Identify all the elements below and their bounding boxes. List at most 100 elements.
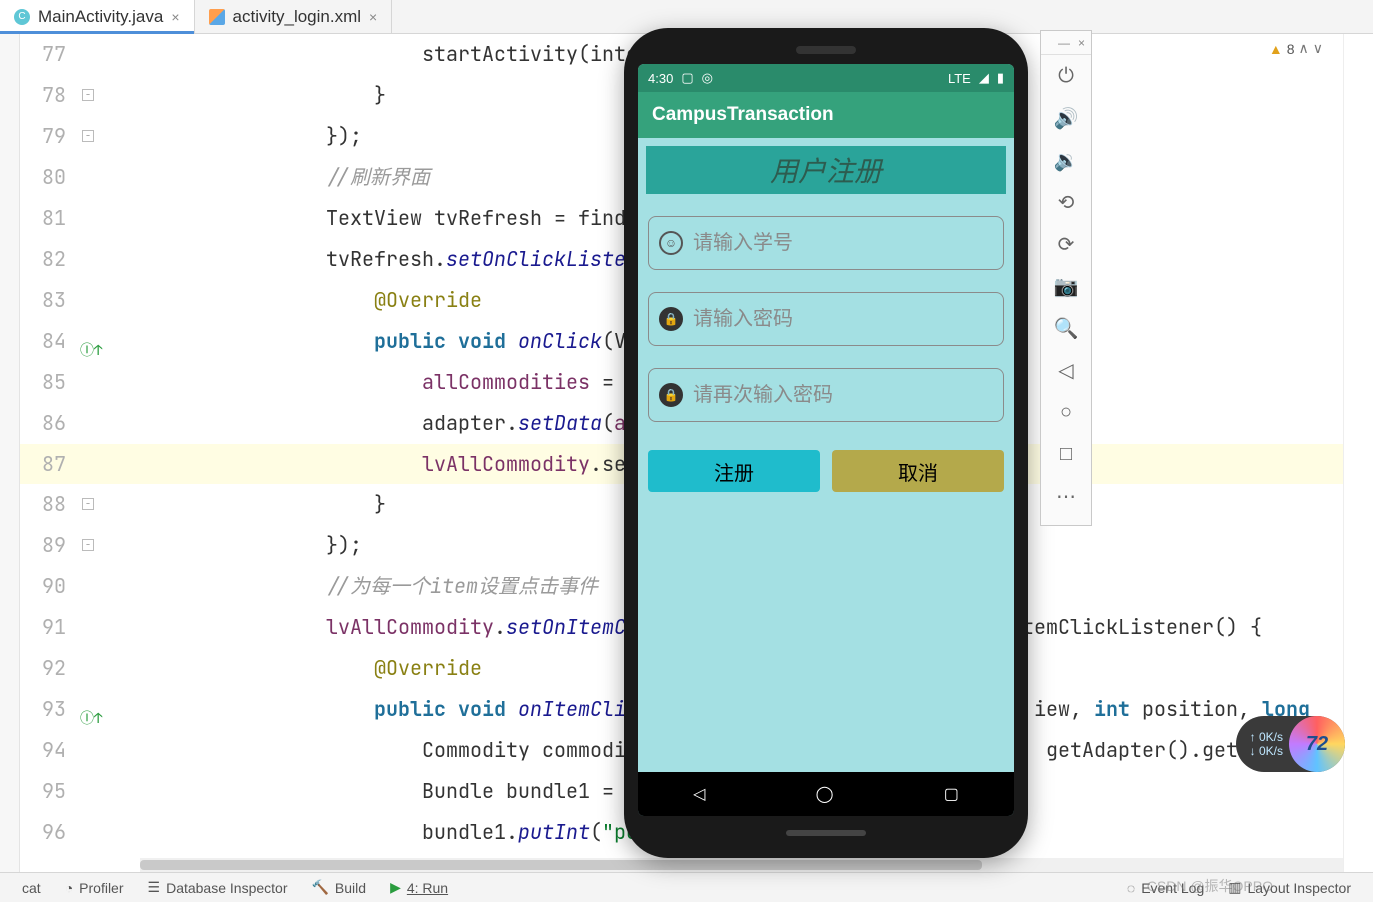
- confirm-password-input[interactable]: [693, 384, 993, 407]
- phone-chin: [786, 830, 866, 836]
- status-icon: ◎: [702, 70, 713, 86]
- camera-icon[interactable]: 📷: [1041, 265, 1091, 307]
- gutter: [80, 157, 134, 198]
- confirm-password-field[interactable]: 🔒: [648, 368, 1004, 422]
- speed-up-icon: ↑ 0K/s: [1250, 730, 1283, 744]
- lock-icon: 🔒: [659, 383, 683, 407]
- android-nav-bar: ◁ ◯ ▢: [638, 772, 1014, 816]
- tool-database-inspector[interactable]: ☰ Database Inspector: [136, 879, 300, 896]
- gutter: Ⓘ↑: [80, 689, 134, 730]
- fold-icon[interactable]: -: [82, 539, 94, 551]
- speed-down-icon: ↓ 0K/s: [1250, 744, 1283, 758]
- line-number: 92: [20, 648, 80, 689]
- database-icon: ☰: [148, 879, 161, 896]
- horizontal-scrollbar[interactable]: [140, 858, 1343, 872]
- app-title: CampusTransaction: [652, 104, 834, 126]
- gutter: -: [80, 525, 134, 566]
- minimize-icon[interactable]: —: [1058, 36, 1070, 50]
- left-tool-gutter: [0, 34, 20, 872]
- back-icon[interactable]: ◁: [1041, 349, 1091, 391]
- more-icon[interactable]: ⋯: [1041, 475, 1091, 517]
- emulator-window-controls: — ×: [1041, 31, 1091, 55]
- warning-count: 8: [1287, 41, 1295, 57]
- play-icon: ▶: [390, 879, 401, 896]
- line-number: 93: [20, 689, 80, 730]
- line-number: 82: [20, 239, 80, 280]
- close-icon[interactable]: ×: [171, 9, 179, 25]
- line-number: 86: [20, 403, 80, 444]
- gutter: [80, 607, 134, 648]
- line-number: 85: [20, 362, 80, 403]
- right-marker-gutter: [1343, 34, 1373, 872]
- password-input[interactable]: [693, 308, 993, 331]
- emulator-toolbar: — × ⏻ 🔊 🔉 ⟲ ⟳ 📷 🔍 ◁ ○ □ ⋯: [1040, 30, 1092, 526]
- network-speed-widget[interactable]: ↑ 0K/s ↓ 0K/s 72: [1236, 716, 1345, 772]
- android-status-bar: 4:30 ▢ ◎ LTE ◢ ▮: [638, 64, 1014, 92]
- status-signal: LTE: [948, 71, 971, 86]
- close-icon[interactable]: ×: [369, 9, 377, 25]
- gutter: [80, 239, 134, 280]
- line-number: 79: [20, 116, 80, 157]
- gutter: [80, 648, 134, 689]
- fold-icon[interactable]: -: [82, 89, 94, 101]
- gauge-icon: ◔: [65, 880, 73, 896]
- rotate-right-icon[interactable]: ⟳: [1041, 223, 1091, 265]
- gutter: -: [80, 116, 134, 157]
- line-number: 81: [20, 198, 80, 239]
- cancel-button[interactable]: 取消: [832, 450, 1004, 492]
- warning-icon: ▲: [1269, 41, 1283, 57]
- volume-down-icon[interactable]: 🔉: [1041, 139, 1091, 181]
- nav-overview-icon[interactable]: ▢: [944, 784, 959, 804]
- chevron-down-icon[interactable]: ∨: [1313, 40, 1323, 57]
- gutter: [80, 771, 134, 812]
- line-number: 88: [20, 484, 80, 525]
- chat-icon: ◌: [1127, 880, 1135, 896]
- gutter: -: [80, 75, 134, 116]
- inspection-summary[interactable]: ▲ 8 ∧ ∨: [1269, 40, 1323, 57]
- gutter: [80, 362, 134, 403]
- tool-profiler[interactable]: ◔ Profiler: [53, 880, 136, 896]
- scrollbar-thumb[interactable]: [140, 860, 982, 870]
- password-field[interactable]: 🔒: [648, 292, 1004, 346]
- tool-run[interactable]: ▶ 4: Run: [378, 879, 460, 896]
- student-id-input[interactable]: [693, 232, 993, 255]
- fold-icon[interactable]: -: [82, 130, 94, 142]
- fold-icon[interactable]: -: [82, 498, 94, 510]
- gutter: [80, 403, 134, 444]
- line-number: 94: [20, 730, 80, 771]
- line-number: 96: [20, 812, 80, 853]
- volume-up-icon[interactable]: 🔊: [1041, 97, 1091, 139]
- emulator-screen[interactable]: 4:30 ▢ ◎ LTE ◢ ▮ CampusTransaction 用户注册 …: [638, 64, 1014, 816]
- home-icon[interactable]: ○: [1041, 391, 1091, 433]
- line-number: 91: [20, 607, 80, 648]
- button-row: 注册 取消: [648, 450, 1004, 492]
- line-number: 80: [20, 157, 80, 198]
- register-button[interactable]: 注册: [648, 450, 820, 492]
- hammer-icon: 🔨: [311, 879, 328, 896]
- chevron-up-icon[interactable]: ∧: [1299, 40, 1309, 57]
- nav-back-icon[interactable]: ◁: [693, 784, 705, 804]
- signal-icon: ◢: [979, 70, 989, 86]
- phone-speaker: [796, 46, 856, 54]
- speed-badge: 72: [1289, 716, 1345, 772]
- student-id-field[interactable]: ☺: [648, 216, 1004, 270]
- zoom-icon[interactable]: 🔍: [1041, 307, 1091, 349]
- gutter: [80, 198, 134, 239]
- power-icon[interactable]: ⏻: [1041, 55, 1091, 97]
- tab-label: activity_login.xml: [233, 7, 362, 27]
- tool-build[interactable]: 🔨 Build: [299, 879, 378, 896]
- rotate-left-icon[interactable]: ⟲: [1041, 181, 1091, 223]
- nav-home-icon[interactable]: ◯: [816, 784, 834, 804]
- line-number: 89: [20, 525, 80, 566]
- tab-main-activity[interactable]: C MainActivity.java ×: [0, 0, 195, 33]
- watermark: CSDN @振华OPPO: [1147, 876, 1273, 896]
- tool-logcat[interactable]: cat: [10, 880, 53, 896]
- line-number: 87: [20, 444, 80, 485]
- close-icon[interactable]: ×: [1078, 36, 1085, 50]
- status-icon: ▢: [681, 70, 693, 86]
- battery-icon: ▮: [997, 70, 1004, 86]
- tab-activity-login-xml[interactable]: activity_login.xml ×: [195, 0, 393, 33]
- tab-label: MainActivity.java: [38, 7, 163, 27]
- gutter: -: [80, 484, 134, 525]
- overview-icon[interactable]: □: [1041, 433, 1091, 475]
